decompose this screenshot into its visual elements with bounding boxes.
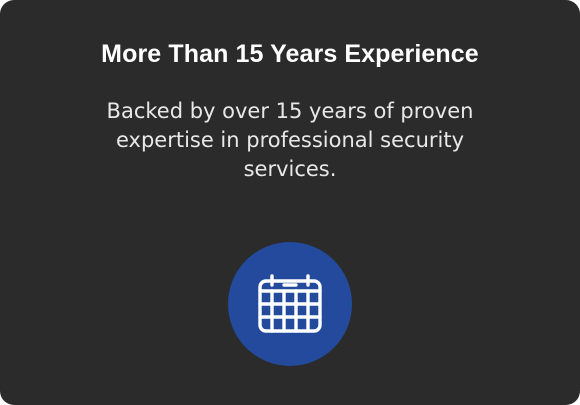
calendar-icon xyxy=(257,274,323,334)
experience-card: More Than 15 Years Experience Backed by … xyxy=(0,0,580,405)
card-description: Backed by over 15 years of proven expert… xyxy=(106,99,474,181)
card-title: More Than 15 Years Experience xyxy=(101,40,479,68)
icon-badge xyxy=(228,242,352,366)
